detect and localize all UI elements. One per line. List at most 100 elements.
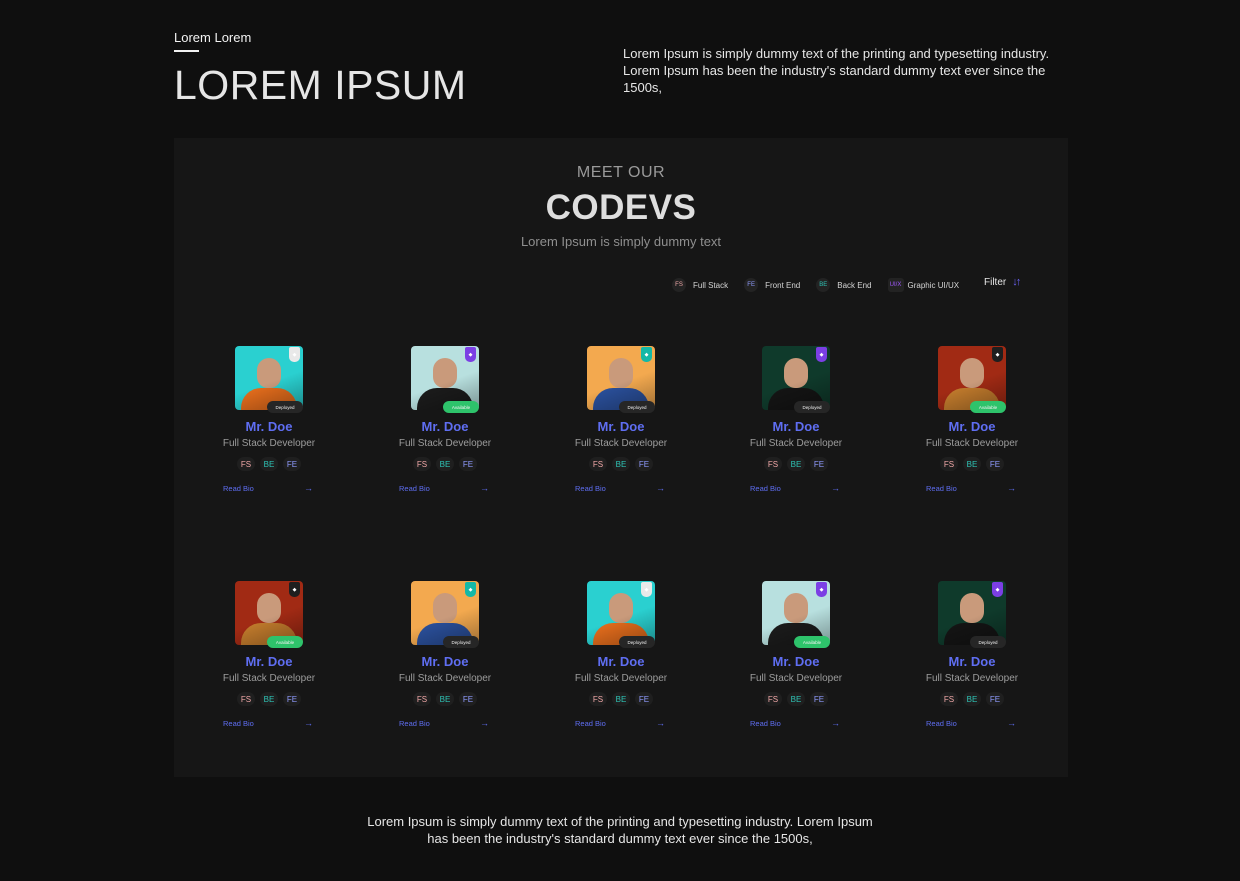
legend-badge-be: BE	[816, 278, 831, 292]
developer-card[interactable]: ◆ Available Mr. Doe Full Stack Developer FS B…	[912, 346, 1032, 506]
read-bio-label: Read Bio	[575, 718, 606, 728]
status-badge: Deployed	[443, 636, 479, 648]
skill-tag-be: BE	[260, 692, 278, 706]
skill-tags: FS BE FE	[736, 692, 856, 706]
rank-badge-icon: ◆	[465, 347, 476, 362]
legend-item-uiux: UI/X Graphic UI/UX	[887, 278, 960, 292]
skill-tag-be: BE	[260, 457, 278, 471]
developer-card[interactable]: ◆ Deployed Mr. Doe Full Stack Developer FS BE…	[561, 581, 681, 741]
arrow-right-icon: →	[656, 718, 665, 728]
skill-tags: FS BE FE	[561, 457, 681, 471]
section-kicker: MEET OUR	[576, 164, 666, 181]
legend-label-be: Back End	[837, 280, 872, 290]
read-bio-label: Read Bio	[750, 483, 781, 493]
read-bio-link[interactable]: Read Bio →	[575, 718, 665, 728]
arrow-right-icon: →	[480, 718, 489, 728]
rank-badge-icon: ◆	[641, 582, 652, 597]
skill-tag-be: BE	[787, 457, 805, 471]
developer-name[interactable]: Mr. Doe	[912, 419, 1032, 434]
rank-badge-icon: ◆	[289, 347, 300, 362]
read-bio-link[interactable]: Read Bio →	[575, 483, 665, 493]
eyebrow-label: Lorem Lorem	[174, 30, 252, 45]
skill-tag-be: BE	[787, 692, 805, 706]
rank-badge-icon: ◆	[289, 582, 300, 597]
developer-name[interactable]: Mr. Doe	[561, 419, 681, 434]
legend-label-fs: Full Stack	[693, 280, 729, 290]
legend-label-uiux: Graphic UI/UX	[907, 280, 960, 290]
skill-tag-fe: FE	[986, 692, 1004, 706]
developer-card[interactable]: ◆ Deployed Mr. Doe Full Stack Developer FS BE…	[912, 581, 1032, 741]
skill-tags: FS BE FE	[209, 457, 329, 471]
legend-badge-uiux: UI/X	[887, 278, 904, 292]
developer-name[interactable]: Mr. Doe	[736, 654, 856, 669]
rank-badge-icon: ◆	[992, 347, 1003, 362]
read-bio-label: Read Bio	[750, 718, 781, 728]
developer-card[interactable]: ◆ Available Mr. Doe Full Stack Developer FS B…	[209, 581, 329, 741]
developer-card[interactable]: ◆ Deployed Mr. Doe Full Stack Developer FS BE…	[736, 346, 856, 506]
skill-tags: FS BE FE	[736, 457, 856, 471]
developer-name[interactable]: Mr. Doe	[209, 419, 329, 434]
read-bio-label: Read Bio	[575, 483, 606, 493]
skill-tag-fs: FS	[764, 692, 782, 706]
developer-card[interactable]: ◆ Available Mr. Doe Full Stack Developer FS B…	[385, 346, 505, 506]
skill-tag-fs: FS	[764, 457, 782, 471]
arrow-right-icon: →	[480, 483, 489, 493]
skill-tag-fe: FE	[810, 457, 828, 471]
arrow-right-icon: →	[831, 483, 840, 493]
developer-name[interactable]: Mr. Doe	[561, 654, 681, 669]
developer-name[interactable]: Mr. Doe	[385, 419, 505, 434]
read-bio-link[interactable]: Read Bio →	[750, 718, 840, 728]
read-bio-link[interactable]: Read Bio →	[399, 483, 489, 493]
eyebrow-underline	[174, 50, 199, 52]
skill-legend: FS Full Stack FE Front End BE Back End U…	[672, 278, 959, 292]
arrow-right-icon: →	[656, 483, 665, 493]
developer-name[interactable]: Mr. Doe	[912, 654, 1032, 669]
skill-tag-fe: FE	[635, 457, 653, 471]
developer-name[interactable]: Mr. Doe	[209, 654, 329, 669]
read-bio-link[interactable]: Read Bio →	[223, 483, 313, 493]
read-bio-label: Read Bio	[399, 483, 430, 493]
developer-name[interactable]: Mr. Doe	[736, 419, 856, 434]
filter-button[interactable]: Filter ↓↑	[984, 276, 1021, 288]
page-title: LOREM IPSUM	[174, 62, 467, 108]
status-badge: Deployed	[619, 636, 655, 648]
skill-tags: FS BE FE	[561, 692, 681, 706]
read-bio-link[interactable]: Read Bio →	[926, 483, 1016, 493]
read-bio-link[interactable]: Read Bio →	[750, 483, 840, 493]
developer-role: Full Stack Developer	[749, 438, 843, 449]
arrow-right-icon: →	[831, 718, 840, 728]
status-badge: Deployed	[970, 636, 1006, 648]
skill-tag-fs: FS	[940, 457, 958, 471]
legend-label-fe: Front End	[765, 280, 801, 290]
skill-tag-fs: FS	[237, 457, 255, 471]
read-bio-label: Read Bio	[223, 718, 254, 728]
developer-role: Full Stack Developer	[398, 438, 492, 449]
legend-item-fs: FS Full Stack	[672, 278, 728, 292]
rank-badge-icon: ◆	[992, 582, 1003, 597]
skill-tag-fe: FE	[635, 692, 653, 706]
skill-tag-be: BE	[436, 692, 454, 706]
read-bio-label: Read Bio	[399, 718, 430, 728]
section-title: CODEVS	[545, 188, 697, 227]
skill-tag-be: BE	[963, 457, 981, 471]
skill-tags: FS BE FE	[385, 692, 505, 706]
developer-role: Full Stack Developer	[574, 438, 668, 449]
rank-badge-icon: ◆	[465, 582, 476, 597]
developer-name[interactable]: Mr. Doe	[385, 654, 505, 669]
read-bio-label: Read Bio	[223, 483, 254, 493]
arrow-right-icon: →	[1007, 718, 1016, 728]
developer-card[interactable]: ◆ Deployed Mr. Doe Full Stack Developer FS BE…	[209, 346, 329, 506]
developer-card[interactable]: ◆ Deployed Mr. Doe Full Stack Developer FS BE…	[385, 581, 505, 741]
read-bio-link[interactable]: Read Bio →	[399, 718, 489, 728]
read-bio-link[interactable]: Read Bio →	[926, 718, 1016, 728]
developer-role: Full Stack Developer	[222, 673, 316, 684]
skill-tag-fe: FE	[459, 692, 477, 706]
legend-item-fe: FE Front End	[744, 278, 800, 292]
developer-card[interactable]: ◆ Deployed Mr. Doe Full Stack Developer FS BE…	[561, 346, 681, 506]
read-bio-link[interactable]: Read Bio →	[223, 718, 313, 728]
developer-role: Full Stack Developer	[925, 673, 1019, 684]
developer-role: Full Stack Developer	[222, 438, 316, 449]
developer-role: Full Stack Developer	[925, 438, 1019, 449]
developer-card[interactable]: ◆ Available Mr. Doe Full Stack Developer FS B…	[736, 581, 856, 741]
skill-tags: FS BE FE	[912, 457, 1032, 471]
